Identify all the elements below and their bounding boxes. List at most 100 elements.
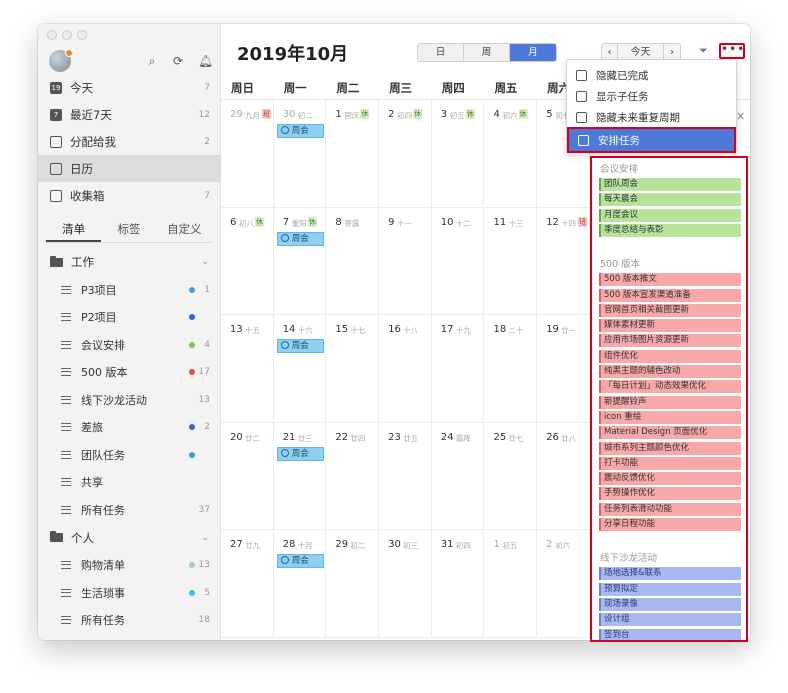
list-item[interactable]: P2项目 <box>38 304 221 331</box>
calendar-day-cell[interactable]: 10 十二 <box>431 207 485 315</box>
unscheduled-task[interactable]: 预算拟定 <box>599 582 741 596</box>
calendar-day-cell[interactable]: 30 初二 周会 <box>273 100 327 208</box>
calendar-day-cell[interactable]: 16 十八 <box>379 315 432 423</box>
calendar-day-cell[interactable]: 9 十一 <box>379 207 432 315</box>
calendar-day-cell[interactable]: 22 廿四 <box>326 422 380 530</box>
tab-tags[interactable]: 标签 <box>101 217 156 242</box>
unscheduled-task[interactable]: 打卡功能 <box>599 456 741 470</box>
menu-item-0[interactable]: 隐藏已完成 <box>567 65 736 86</box>
calendar-day-cell[interactable]: 29 九月班 <box>221 100 274 208</box>
calendar-day-cell[interactable]: 30 初三 <box>379 530 432 638</box>
menu-item-3[interactable]: 安排任务 <box>567 127 736 153</box>
calendar-day-cell[interactable]: 14 十六 周会 <box>273 315 327 423</box>
calendar-day-cell[interactable]: 13 十五 <box>221 315 274 423</box>
smart-list-item[interactable]: 收集箱 7 <box>38 182 221 209</box>
calendar-day-cell[interactable]: 23 廿五 <box>379 422 432 530</box>
calendar-event[interactable]: 周会 <box>276 124 324 138</box>
unscheduled-task[interactable]: 震动反馈优化 <box>599 472 741 486</box>
list-group-header[interactable]: 个人 ⌄ <box>38 525 221 551</box>
calendar-event[interactable]: 周会 <box>276 231 324 246</box>
calendar-day-cell[interactable]: 25 廿七 <box>484 422 538 530</box>
view-week-button[interactable]: 周 <box>464 44 510 61</box>
calendar-day-cell[interactable]: 17 十九 <box>431 315 485 423</box>
calendar-day-cell[interactable]: 7 重阳休周会 <box>273 207 327 315</box>
list-item[interactable]: 会议安排 4 <box>38 331 221 358</box>
calendar-day-cell[interactable]: 8 寒露 <box>326 207 380 315</box>
unscheduled-task[interactable]: 「每日计划」动态效果优化 <box>599 380 741 394</box>
bell-icon[interactable]: 🔔︎ <box>198 54 213 69</box>
smart-list-item[interactable]: 7 最近7天 12 <box>38 101 221 128</box>
unscheduled-task[interactable]: icon 重绘 <box>599 410 741 424</box>
calendar-day-cell[interactable]: 2 初四休 <box>379 100 432 208</box>
unscheduled-task[interactable]: 500 版本宣发渠道准备 <box>599 288 741 302</box>
unscheduled-task[interactable]: Material Design 页面优化 <box>599 426 741 440</box>
calendar-day-cell[interactable]: 1 初五 <box>484 530 538 638</box>
close-icon[interactable]: ✕ <box>736 110 745 123</box>
calendar-day-cell[interactable]: 21 廿三 周会 <box>273 422 327 530</box>
unscheduled-task[interactable]: 500 版本推文 <box>599 273 741 287</box>
unscheduled-task[interactable]: 场地选择&联系 <box>599 567 741 581</box>
chevron-down-icon[interactable]: ⌄ <box>201 257 209 267</box>
smart-list-item[interactable]: 19 今天 7 <box>38 74 221 101</box>
chevron-down-icon[interactable]: ⌄ <box>201 533 209 543</box>
tab-lists[interactable]: 清单 <box>46 217 102 242</box>
zoom-window-button[interactable] <box>77 30 87 40</box>
list-item[interactable]: 团队任务 <box>38 441 221 468</box>
calendar-day-cell[interactable]: 20 廿二 <box>221 422 274 530</box>
calendar-day-cell[interactable]: 29 初二 <box>326 530 380 638</box>
unscheduled-task[interactable]: 签到台 <box>599 628 741 640</box>
minimize-window-button[interactable] <box>62 30 72 40</box>
unscheduled-task[interactable]: 团队周会 <box>599 178 741 191</box>
calendar-day-cell[interactable]: 12 十四班 <box>537 207 590 315</box>
smart-list-item[interactable]: 日历 <box>38 155 221 182</box>
filter-icon[interactable]: ⏷ <box>699 44 711 58</box>
unscheduled-task[interactable]: 应用市场图片资源更新 <box>599 334 741 348</box>
list-group-header[interactable]: 工作 ⌄ <box>38 249 221 275</box>
menu-item-1[interactable]: 显示子任务 <box>567 86 736 107</box>
unscheduled-task[interactable]: 纯黑主题的辅色改动 <box>599 365 741 378</box>
calendar-day-cell[interactable]: 19 廿一 <box>537 315 590 423</box>
sync-icon[interactable]: ⟳ <box>172 54 184 69</box>
unscheduled-task[interactable]: 任务列表滑动功能 <box>599 502 741 516</box>
tab-custom[interactable]: 自定义 <box>157 217 212 242</box>
calendar-day-cell[interactable]: 4 初六休 <box>484 100 538 208</box>
calendar-day-cell[interactable]: 6 初八休 <box>221 207 274 315</box>
unscheduled-task[interactable]: 月度会议 <box>599 208 741 222</box>
view-day-button[interactable]: 日 <box>418 44 464 61</box>
list-item[interactable]: 共享 <box>38 469 221 496</box>
unscheduled-task[interactable]: 城市系列主题颜色优化 <box>599 441 741 455</box>
unscheduled-task[interactable]: 手势操作优化 <box>599 487 741 501</box>
close-window-button[interactable] <box>47 30 57 40</box>
calendar-event[interactable]: 周会 <box>276 446 324 461</box>
calendar-event[interactable]: 周会 <box>276 339 324 353</box>
calendar-day-cell[interactable]: 3 初五休 <box>431 100 485 208</box>
list-item[interactable]: 所有任务 18 <box>38 607 221 634</box>
search-icon[interactable]: ⌕ <box>146 54 158 69</box>
calendar-day-cell[interactable]: 2 初六 <box>537 530 590 638</box>
unscheduled-task[interactable]: 新提醒铃声 <box>599 395 741 409</box>
list-item[interactable]: 差旅 2 <box>38 414 221 441</box>
unscheduled-task[interactable]: 组件优化 <box>599 349 741 363</box>
calendar-day-cell[interactable]: 27 廿九 <box>221 530 274 638</box>
menu-item-2[interactable]: 隐藏未来重复周期 <box>567 107 736 128</box>
calendar-day-cell[interactable]: 18 二十 <box>484 315 538 423</box>
list-item[interactable]: 500 版本 17 <box>38 359 221 386</box>
smart-list-item[interactable]: 分配给我 2 <box>38 128 221 155</box>
calendar-day-cell[interactable]: 11 十三 <box>484 207 538 315</box>
list-item[interactable]: P3项目 1 <box>38 276 221 303</box>
list-item[interactable]: 生活琐事 5 <box>38 579 221 606</box>
view-month-button[interactable]: 月 <box>510 44 556 61</box>
calendar-day-cell[interactable]: 24 霜降 <box>431 422 485 530</box>
calendar-day-cell[interactable]: 26 廿八 <box>537 422 590 530</box>
calendar-day-cell[interactable]: 1 国庆休 <box>326 100 380 208</box>
calendar-event[interactable]: 周会 <box>276 554 324 568</box>
avatar[interactable] <box>49 49 73 72</box>
calendar-day-cell[interactable]: 28 十月 周会 <box>273 530 327 638</box>
more-options-button[interactable]: ••• <box>719 43 745 59</box>
unscheduled-task[interactable]: 分享日程功能 <box>599 518 741 531</box>
list-item[interactable]: 所有任务 37 <box>38 496 221 523</box>
unscheduled-task[interactable]: 现场录像 <box>599 597 741 611</box>
list-item[interactable]: 线下沙龙活动 13 <box>38 386 221 413</box>
unscheduled-task[interactable]: 官网首页相关截图更新 <box>599 303 741 317</box>
unscheduled-task[interactable]: 季度总结与表彰 <box>599 223 741 237</box>
